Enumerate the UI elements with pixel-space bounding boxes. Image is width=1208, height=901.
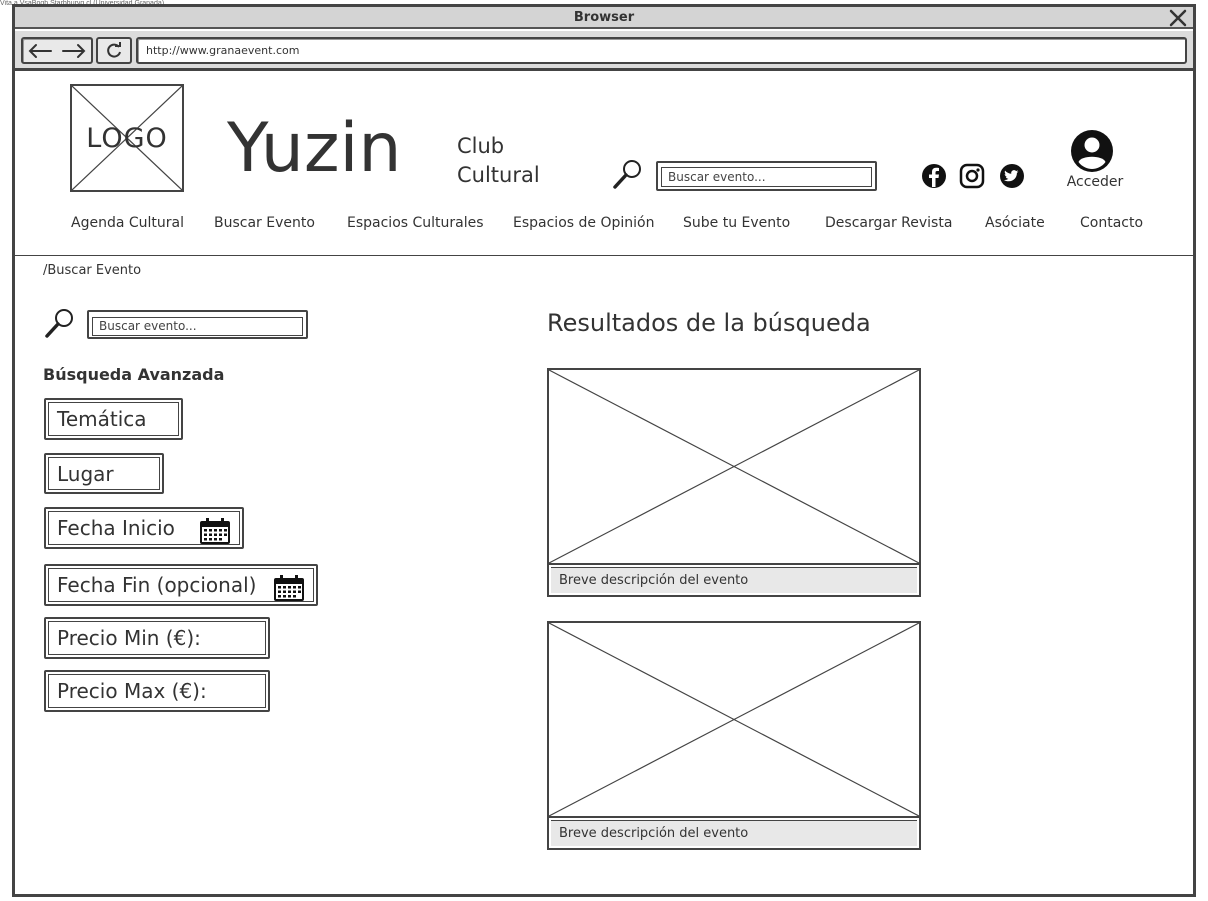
filter-fecha-fin[interactable]: Fecha Fin (opcional) xyxy=(44,564,318,606)
event-description-box: Breve descripción del evento xyxy=(547,818,921,850)
nav-espacios-opinion[interactable]: Espacios de Opinión xyxy=(513,215,654,231)
event-description: Breve descripción del evento xyxy=(551,820,917,846)
filter-precio-max[interactable]: Precio Max (€): xyxy=(44,670,270,712)
brand-title: Yuzin xyxy=(227,109,402,188)
back-arrow-icon[interactable] xyxy=(23,39,57,62)
browser-titlebar: Browser xyxy=(15,7,1193,29)
browser-title: Browser xyxy=(573,10,635,25)
instagram-icon[interactable] xyxy=(959,163,985,189)
event-image-placeholder[interactable] xyxy=(547,368,921,565)
filter-tematica[interactable]: Temática xyxy=(44,398,183,440)
logo-text: LOGO xyxy=(86,123,168,154)
url-field[interactable]: http://www.granaevent.com xyxy=(136,37,1187,64)
facebook-icon[interactable] xyxy=(921,163,947,189)
logo[interactable]: LOGO xyxy=(70,84,184,192)
user-avatar-icon[interactable] xyxy=(1070,129,1114,173)
forward-arrow-icon[interactable] xyxy=(57,39,91,62)
nav-buscar-evento[interactable]: Buscar Evento xyxy=(214,215,315,231)
brand-subtitle-line2: Cultural xyxy=(457,163,540,187)
header-search-box xyxy=(656,161,877,191)
brand-subtitle-line1: Club xyxy=(457,134,505,158)
address-bar: http://www.granaevent.com xyxy=(15,31,1193,71)
advanced-search-title: Búsqueda Avanzada xyxy=(43,365,225,384)
sidebar-search-box xyxy=(87,310,308,339)
filter-tematica-label: Temática xyxy=(57,407,147,431)
nav-descargar-revista[interactable]: Descargar Revista xyxy=(825,215,952,231)
result-card[interactable]: Breve descripción del evento xyxy=(547,368,921,597)
breadcrumb: /Buscar Evento xyxy=(43,263,142,278)
filter-fecha-inicio-label: Fecha Inicio xyxy=(57,516,175,540)
event-description-box: Breve descripción del evento xyxy=(547,565,921,597)
nav-agenda-cultural[interactable]: Agenda Cultural xyxy=(71,215,184,231)
header-search-input[interactable] xyxy=(661,167,872,187)
filter-fecha-inicio[interactable]: Fecha Inicio xyxy=(44,507,244,549)
history-buttons xyxy=(21,37,93,64)
filter-fecha-fin-label: Fecha Fin (opcional) xyxy=(57,573,257,597)
nav-espacios-culturales[interactable]: Espacios Culturales xyxy=(347,215,484,231)
close-icon[interactable] xyxy=(1167,7,1189,29)
event-image-placeholder[interactable] xyxy=(547,621,921,818)
result-card[interactable]: Breve descripción del evento xyxy=(547,621,921,850)
filter-lugar[interactable]: Lugar xyxy=(44,453,164,494)
nav-sube-evento[interactable]: Sube tu Evento xyxy=(683,215,790,231)
filter-precio-min[interactable]: Precio Min (€): xyxy=(44,617,270,659)
results-title: Resultados de la búsqueda xyxy=(547,309,871,337)
calendar-icon[interactable] xyxy=(199,517,231,545)
browser-window: Browser http://www.granaevent.com LOGO Y… xyxy=(12,4,1196,897)
nav-asociate[interactable]: Asóciate xyxy=(985,215,1045,231)
filter-precio-min-label: Precio Min (€): xyxy=(57,626,201,650)
nav-contacto[interactable]: Contacto xyxy=(1080,215,1143,231)
login-link[interactable]: Acceder xyxy=(1055,174,1135,190)
twitter-icon[interactable] xyxy=(999,163,1025,189)
calendar-icon[interactable] xyxy=(273,574,305,602)
sidebar-search-input[interactable] xyxy=(92,316,303,336)
filter-precio-max-label: Precio Max (€): xyxy=(57,679,207,703)
reload-icon[interactable] xyxy=(96,37,132,64)
header-divider xyxy=(15,255,1193,256)
sidebar-search-icon[interactable] xyxy=(44,307,76,339)
search-icon[interactable] xyxy=(612,158,644,190)
filter-lugar-label: Lugar xyxy=(57,462,114,486)
event-description: Breve descripción del evento xyxy=(551,567,917,593)
